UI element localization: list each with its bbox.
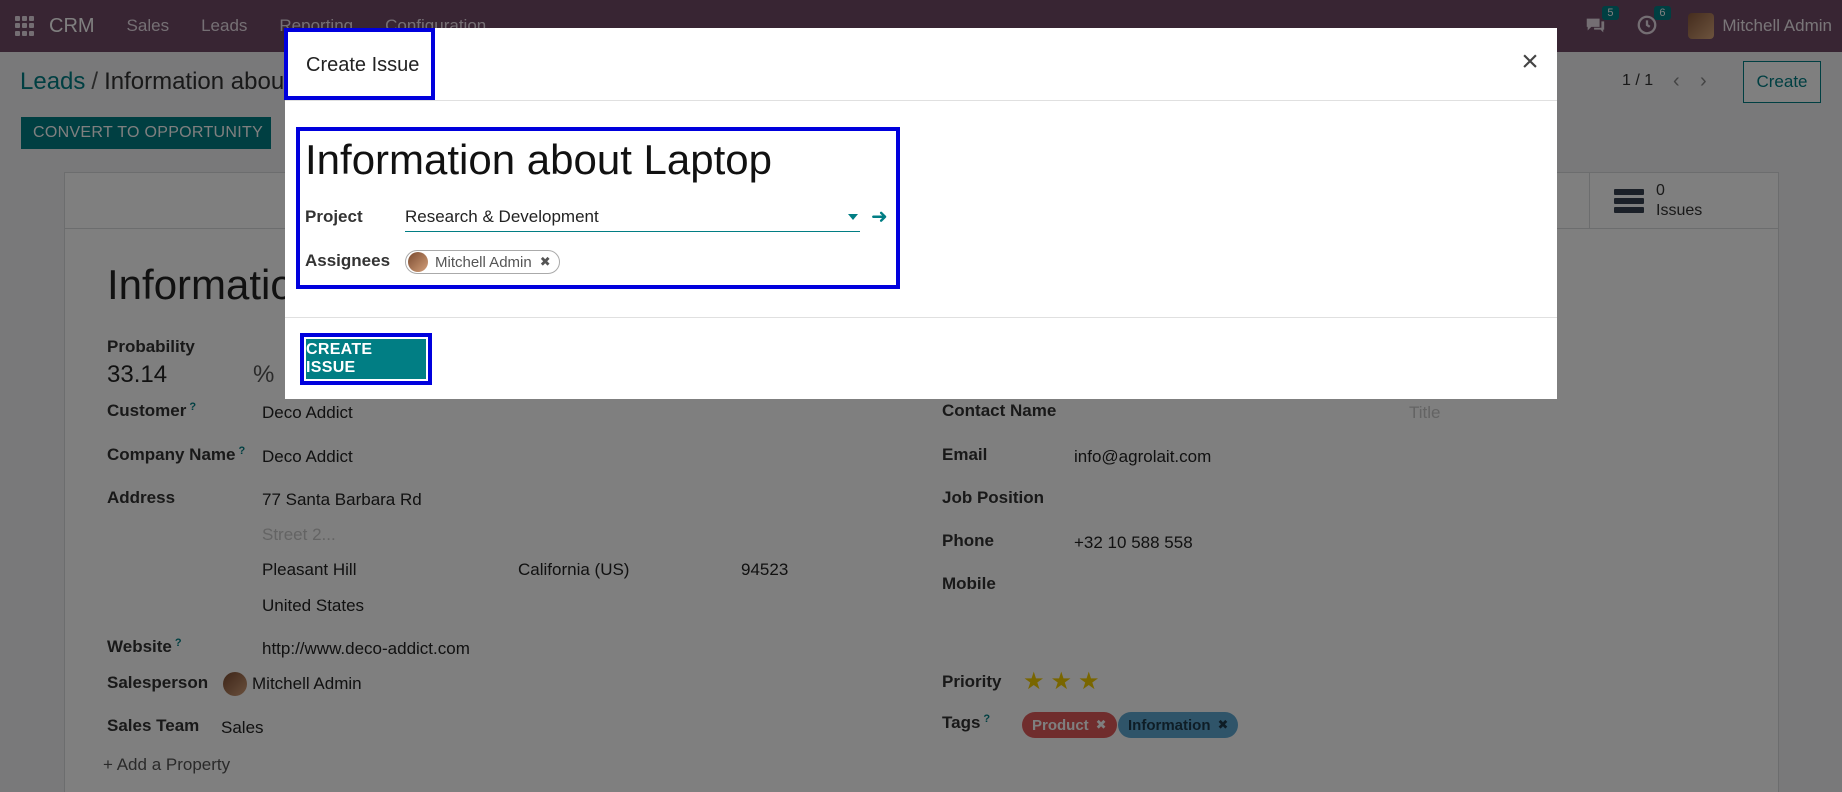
modal-header: Create Issue × [284,28,1557,101]
issue-name-field[interactable]: Information about Laptop [305,136,772,184]
project-value: Research & Development [405,207,599,226]
create-issue-button[interactable]: CREATE ISSUE [306,339,426,379]
project-select[interactable]: Research & Development [405,204,860,232]
close-icon[interactable]: × [1515,47,1545,78]
remove-assignee-icon[interactable]: ✖ [540,254,551,270]
assignee-name: Mitchell Admin [435,253,532,271]
create-issue-dialog: Create Issue × Information about Laptop … [284,28,1557,399]
avatar [408,252,428,272]
project-label: Project [305,207,363,226]
arrow-right-icon[interactable]: ➜ [871,204,888,229]
modal-footer [285,317,1557,399]
caret-down-icon[interactable] [848,214,858,220]
highlight-box [284,28,435,100]
assignees-label: Assignees [305,251,391,270]
assignee-chip[interactable]: Mitchell Admin ✖ [405,250,560,274]
